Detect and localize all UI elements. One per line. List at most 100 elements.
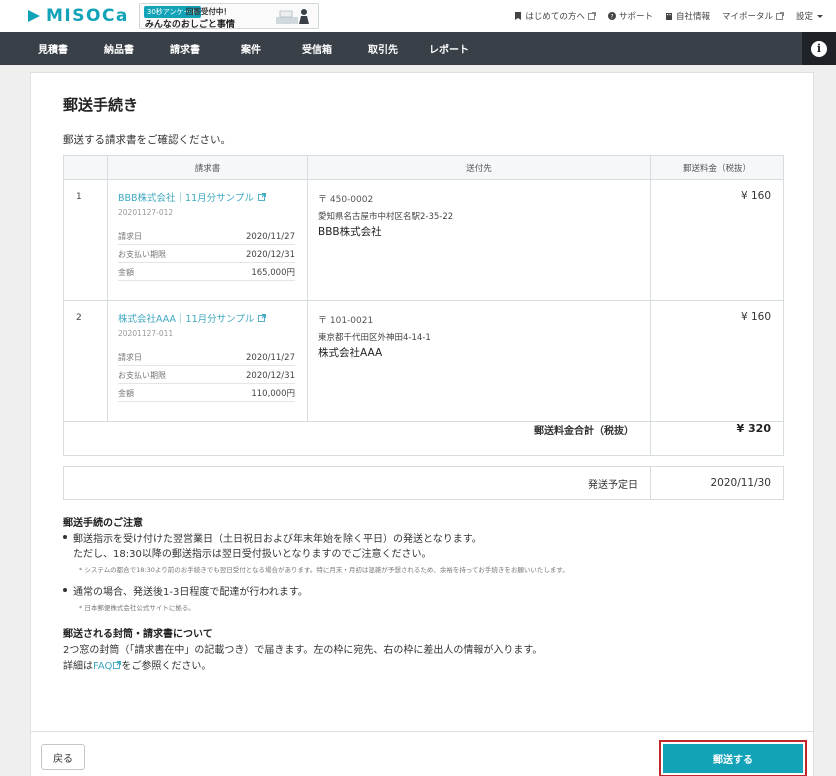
nav-projects[interactable]: 案件 bbox=[218, 41, 284, 56]
back-button[interactable]: 戻る bbox=[41, 744, 85, 770]
total-label: 郵送料金合計（税抜） bbox=[63, 421, 651, 456]
send-button-highlight: 郵送する bbox=[659, 740, 807, 776]
invoice-title: BBB株式会社｜11月分サンプル bbox=[118, 193, 254, 204]
svg-text:?: ? bbox=[610, 13, 613, 20]
total-row: 郵送料金合計（税抜） ¥ 320 bbox=[63, 421, 784, 456]
notes-section: 郵送手続のご注意 郵送指示を受け付けた翌営業日（土日祝日および年末年始を除く平日… bbox=[63, 514, 783, 672]
note-item: 通常の場合、発送後1-3日程度で配達が行われます。 bbox=[63, 583, 783, 598]
nav-invoices[interactable]: 請求書 bbox=[152, 41, 218, 56]
ship-date-value: 2020/11/30 bbox=[650, 466, 784, 500]
note-line: 通常の場合、発送後1-3日程度で配達が行われます。 bbox=[73, 587, 308, 598]
due-date-row: お支払い期限 2020/12/31 bbox=[118, 245, 295, 263]
banner-sub: 回答受付中！ bbox=[185, 7, 231, 16]
settings-menu-label: 設定 bbox=[795, 12, 813, 22]
intro-text: 郵送する請求書をご確認ください。 bbox=[63, 134, 231, 146]
external-link-icon bbox=[776, 12, 784, 20]
main-nav: 見積書 納品書 請求書 案件 受信箱 取引先 レポート i bbox=[0, 32, 836, 65]
building-icon bbox=[665, 13, 672, 20]
invoice-id: 20201127-012 bbox=[118, 208, 174, 217]
postal-code: 〒 450-0002 bbox=[318, 195, 374, 205]
page-title: 郵送手続き bbox=[63, 96, 139, 114]
faq-link-label: FAQ bbox=[93, 661, 113, 672]
amount-label: 金額 bbox=[118, 268, 134, 277]
note-line: ただし、18:30以降の郵送指示は翌日受付扱いとなりますのでご注意ください。 bbox=[73, 549, 432, 560]
link-support[interactable]: ? サポート bbox=[607, 10, 653, 22]
header-invoice: 請求書 bbox=[107, 155, 308, 180]
bookmark-icon bbox=[515, 12, 522, 20]
invoice-cell: 株式会社AAA｜11月分サンプル 20201127-011 請求日 2020/1… bbox=[107, 300, 308, 422]
link-support-label: サポート bbox=[618, 12, 653, 22]
external-link-icon bbox=[258, 314, 267, 322]
invoice-cell: BBB株式会社｜11月分サンプル 20201127-012 請求日 2020/1… bbox=[107, 179, 308, 301]
question-icon: ? bbox=[607, 12, 616, 20]
amount-label: 金額 bbox=[118, 389, 134, 398]
nav-inbox[interactable]: 受信箱 bbox=[284, 41, 350, 56]
ship-date-label: 発送予定日 bbox=[63, 466, 651, 500]
bullet-icon bbox=[63, 535, 67, 539]
amount-row: 金額 110,000円 bbox=[118, 384, 295, 402]
bullet-icon bbox=[63, 588, 67, 592]
address: 東京都千代田区外神田4-14-1 bbox=[318, 333, 431, 343]
settings-menu[interactable]: 設定 bbox=[796, 10, 824, 22]
address: 愛知県名古屋市中村区名駅2-35-22 bbox=[318, 212, 454, 222]
content-panel: 郵送手続き 郵送する請求書をご確認ください。 請求書 送付先 郵送料金（税抜） … bbox=[30, 72, 814, 732]
note-footnote: * 日本郵便株式会社公式サイトに拠る。 bbox=[79, 604, 195, 612]
info-button[interactable]: i bbox=[802, 32, 836, 65]
amount-value: 165,000円 bbox=[251, 268, 295, 278]
note-footnote: * システムの都合で18:30より前のお手続きでも翌日受付となる場合があります。… bbox=[79, 566, 569, 574]
row-number: 1 bbox=[63, 179, 108, 301]
postage-fee: ¥ 160 bbox=[650, 300, 784, 422]
issue-date-label: 請求日 bbox=[118, 232, 142, 241]
nav-reports[interactable]: レポート bbox=[416, 41, 482, 56]
logo-text: MISOCa bbox=[46, 6, 129, 26]
link-my-portal[interactable]: マイポータル bbox=[722, 10, 784, 22]
issue-date-row: 請求日 2020/11/27 bbox=[118, 348, 295, 366]
issue-date-value: 2020/11/27 bbox=[246, 353, 295, 363]
top-bar: MISOCa 30秒アンケート 回答受付中！ みんなのおしごと事情 はじめての方… bbox=[0, 0, 836, 32]
logo-mark-icon bbox=[28, 9, 42, 23]
send-mail-button[interactable]: 郵送する bbox=[663, 744, 803, 773]
due-date-label: お支払い期限 bbox=[118, 371, 166, 380]
amount-value: 110,000円 bbox=[251, 389, 295, 399]
total-value: ¥ 320 bbox=[650, 421, 784, 456]
header-destination: 送付先 bbox=[307, 155, 651, 180]
due-date-value: 2020/12/31 bbox=[246, 250, 295, 260]
invoice-title: 株式会社AAA｜11月分サンプル bbox=[118, 314, 255, 325]
faq-link[interactable]: FAQ bbox=[93, 661, 122, 672]
amount-row: 金額 165,000円 bbox=[118, 263, 295, 281]
recipient-company: 株式会社AAA bbox=[318, 347, 383, 359]
schedule-table: 発送予定日 2020/11/30 bbox=[63, 466, 784, 500]
link-my-portal-label: マイポータル bbox=[721, 12, 773, 22]
link-company-info-label: 自社情報 bbox=[675, 12, 710, 22]
nav-quotes[interactable]: 見積書 bbox=[20, 41, 86, 56]
invoice-link[interactable]: BBB株式会社｜11月分サンプル bbox=[118, 190, 295, 204]
destination-cell: 〒 101-0021 東京都千代田区外神田4-14-1 株式会社AAA bbox=[307, 300, 651, 422]
top-links: はじめての方へ ? サポート 自社情報 マイポータル 設定 bbox=[514, 10, 824, 22]
faq-text: 詳細はFAQ をご参照ください。 bbox=[63, 657, 783, 672]
link-getting-started[interactable]: はじめての方へ bbox=[514, 10, 596, 22]
envelope-text: 2つ窓の封筒（「請求書在中」の記載つき）で届きます。左の枠に宛先、右の枠に差出人… bbox=[63, 645, 543, 656]
header-num bbox=[63, 155, 108, 180]
link-company-info[interactable]: 自社情報 bbox=[665, 10, 710, 22]
banner-illustration-icon bbox=[275, 9, 309, 24]
action-bar: 戻る 郵送する bbox=[30, 731, 814, 776]
header-fee: 郵送料金（税抜） bbox=[650, 155, 784, 180]
external-link-icon bbox=[257, 193, 266, 201]
notes-heading: 郵送手続のご注意 bbox=[63, 518, 143, 529]
misoca-logo[interactable]: MISOCa bbox=[28, 6, 129, 26]
caret-down-icon bbox=[817, 15, 823, 18]
banner-main: みんなのおしごと事情 bbox=[144, 20, 235, 29]
faq-prefix: 詳細は bbox=[63, 661, 93, 672]
issue-date-label: 請求日 bbox=[118, 353, 142, 362]
destination-cell: 〒 450-0002 愛知県名古屋市中村区名駅2-35-22 BBB株式会社 bbox=[307, 179, 651, 301]
table-row: 2 株式会社AAA｜11月分サンプル 20201127-011 請求日 2020… bbox=[63, 300, 784, 422]
survey-banner[interactable]: 30秒アンケート 回答受付中！ みんなのおしごと事情 bbox=[138, 3, 319, 29]
due-date-label: お支払い期限 bbox=[118, 250, 166, 259]
nav-clients[interactable]: 取引先 bbox=[350, 41, 416, 56]
recipient-company: BBB株式会社 bbox=[318, 226, 382, 238]
invoice-link[interactable]: 株式会社AAA｜11月分サンプル bbox=[118, 311, 295, 325]
nav-delivery-notes[interactable]: 納品書 bbox=[86, 41, 152, 56]
table-row: 1 BBB株式会社｜11月分サンプル 20201127-012 請求日 2020… bbox=[63, 179, 784, 301]
info-icon: i bbox=[811, 40, 827, 57]
link-getting-started-label: はじめての方へ bbox=[525, 12, 585, 22]
